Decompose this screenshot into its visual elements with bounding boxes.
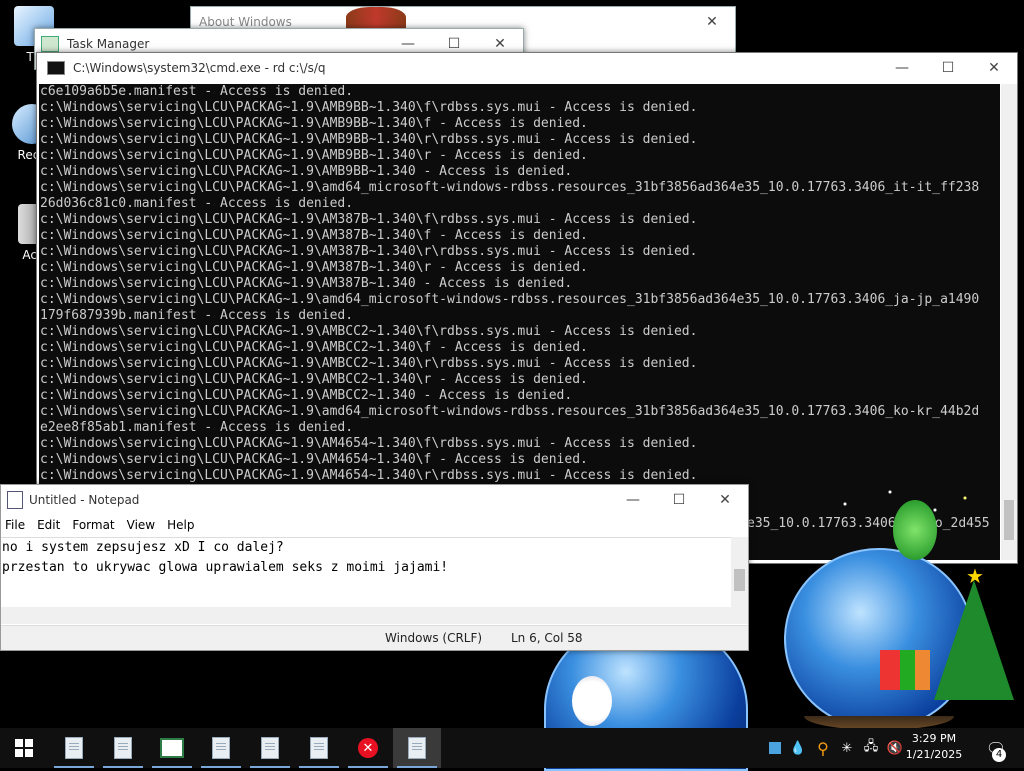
taskbar: ✕ 💧 ⚲ ✳ 🖧 🔇 3:29 PM 1/21/2025 🗨 4 <box>0 728 1024 768</box>
window-icon <box>160 738 184 758</box>
console-line: e2ee8f85ab1.manifest - Access is denied. <box>40 420 354 435</box>
console-line: c:\Windows\servicing\LCU\PACKAG~1.9\AM38… <box>40 260 588 275</box>
console-line: 26d036c81c0.manifest - Access is denied. <box>40 196 354 211</box>
square-app-icon <box>769 742 781 754</box>
text-editor[interactable]: no i system zepsujesz xD I co dalej? prz… <box>1 537 731 608</box>
present-decoration <box>880 650 930 690</box>
console-line: 179f687939b.manifest - Access is denied. <box>40 308 354 323</box>
console-line: c:\Windows\servicing\LCU\PACKAG~1.9\AM38… <box>40 228 588 243</box>
taskbar-doc-5[interactable] <box>246 728 294 768</box>
console-line: c:\Windows\servicing\LCU\PACKAG~1.9\AMB9… <box>40 148 588 163</box>
tray-app-icon[interactable] <box>766 728 784 768</box>
cmd-icon <box>47 61 65 75</box>
christmas-tree-decoration <box>934 580 1014 700</box>
horizontal-scrollbar[interactable] <box>1 607 748 624</box>
network-icon: 🖧 <box>863 739 879 754</box>
tray-search-icon[interactable]: ⚲ <box>812 728 834 768</box>
notepad-titlebar[interactable]: Untitled - Notepad — ☐ ✕ <box>1 485 748 515</box>
notification-center-button[interactable]: 🗨 4 <box>976 728 1016 768</box>
tree-star-icon: ★ <box>966 564 984 588</box>
console-line: c:\Windows\servicing\LCU\PACKAG~1.9\AMBC… <box>40 356 698 371</box>
console-line: c:\Windows\servicing\LCU\PACKAG~1.9\AM46… <box>40 452 588 467</box>
console-line: c:\Windows\servicing\LCU\PACKAG~1.9\AMB9… <box>40 100 698 115</box>
console-line: c:\Windows\servicing\LCU\PACKAG~1.9\AMBC… <box>40 340 588 355</box>
taskbar-doc-1[interactable] <box>50 728 98 768</box>
start-button[interactable] <box>0 728 48 768</box>
cmd-titlebar[interactable]: C:\Windows\system32\cmd.exe - rd c:\/s/q… <box>37 53 1017 83</box>
close-button[interactable]: ✕ <box>689 7 735 37</box>
vertical-scrollbar[interactable] <box>731 537 748 607</box>
menu-bar: File Edit Format View Help <box>1 515 748 535</box>
close-button[interactable]: ✕ <box>702 485 748 515</box>
windows-logo-icon <box>15 739 33 757</box>
console-line: c:\Windows\servicing\LCU\PACKAG~1.9\amd6… <box>40 292 980 307</box>
close-button[interactable]: ✕ <box>971 53 1017 83</box>
console-line: c:\Windows\servicing\LCU\PACKAG~1.9\AM38… <box>40 212 698 227</box>
menu-help[interactable]: Help <box>163 515 202 535</box>
taskbar-notepad-8[interactable] <box>393 728 441 768</box>
taskbar-error-7[interactable]: ✕ <box>344 728 392 768</box>
vertical-scrollbar[interactable] <box>1001 84 1017 560</box>
maximize-button[interactable]: ☐ <box>925 53 971 83</box>
console-line: c6e109a6b5e.manifest - Access is denied. <box>40 84 354 99</box>
notepad-window[interactable]: Untitled - Notepad — ☐ ✕ File Edit Forma… <box>0 484 749 651</box>
tray-drop-icon[interactable]: 💧 <box>788 728 808 768</box>
clock-date: 1/21/2025 <box>905 748 963 761</box>
console-line: c:\Windows\servicing\LCU\PACKAG~1.9\AMBC… <box>40 324 698 339</box>
search-icon: ⚲ <box>817 738 829 758</box>
menu-edit[interactable]: Edit <box>33 515 68 535</box>
window-title: Task Manager <box>67 37 150 51</box>
menu-file[interactable]: File <box>1 515 33 535</box>
notification-count: 4 <box>992 748 1006 762</box>
document-icon <box>408 737 426 759</box>
document-icon <box>261 737 279 759</box>
taskbar-app-3[interactable] <box>148 728 196 768</box>
clock-time: 3:29 PM <box>911 732 957 745</box>
menu-format[interactable]: Format <box>68 515 122 535</box>
console-line: c:\Windows\servicing\LCU\PACKAG~1.9\amd6… <box>40 180 980 195</box>
status-encoding: Windows (CRLF) <box>385 631 483 645</box>
notepad-icon <box>7 491 23 509</box>
task-manager-icon <box>41 36 59 52</box>
console-line: c:\Windows\servicing\LCU\PACKAG~1.9\AM38… <box>40 244 698 259</box>
minimize-button[interactable]: — <box>610 485 656 515</box>
maximize-button[interactable]: ☐ <box>656 485 702 515</box>
minimize-button[interactable]: — <box>879 53 925 83</box>
window-title: C:\Windows\system32\cmd.exe - rd c:\/s/q <box>73 61 326 75</box>
console-line: c:\Windows\servicing\LCU\PACKAG~1.9\AMBC… <box>40 388 573 403</box>
snowman-decoration <box>572 676 612 726</box>
tray-sparkle-icon[interactable]: ✳ <box>836 728 858 768</box>
status-position: Ln 6, Col 58 <box>511 631 583 645</box>
taskbar-doc-4[interactable] <box>197 728 245 768</box>
document-icon <box>65 737 83 759</box>
window-title: Untitled - Notepad <box>29 493 140 507</box>
console-line: c:\Windows\servicing\LCU\PACKAG~1.9\AMB9… <box>40 116 588 131</box>
document-icon <box>114 737 132 759</box>
error-icon: ✕ <box>358 738 378 758</box>
taskbar-doc-6[interactable] <box>295 728 343 768</box>
menu-view[interactable]: View <box>123 515 163 535</box>
console-line: c:\Windows\servicing\LCU\PACKAG~1.9\AM46… <box>40 436 698 451</box>
taskbar-doc-2[interactable] <box>99 728 147 768</box>
drop-icon: 💧 <box>789 740 807 756</box>
console-line: c:\Windows\servicing\LCU\PACKAG~1.9\AM38… <box>40 276 573 291</box>
sparkle-icon: ✳ <box>841 740 853 756</box>
sparkles-decoration <box>830 486 980 546</box>
scrollbar-thumb[interactable] <box>1004 500 1014 540</box>
window-title: About Windows <box>199 15 292 29</box>
console-line: c:\Windows\servicing\LCU\PACKAG~1.9\AMBC… <box>40 372 588 387</box>
console-line: c:\Windows\servicing\LCU\PACKAG~1.9\AMB9… <box>40 132 698 147</box>
console-line: c:\Windows\servicing\LCU\PACKAG~1.9\amd6… <box>40 404 980 419</box>
console-line: c:\Windows\servicing\LCU\PACKAG~1.9\AMB9… <box>40 164 573 179</box>
status-bar: Windows (CRLF) Ln 6, Col 58 <box>1 625 748 650</box>
tray-network-icon[interactable]: 🖧 <box>860 728 882 768</box>
scrollbar-thumb[interactable] <box>734 569 745 591</box>
console-line: c:\Windows\servicing\LCU\PACKAG~1.9\AM46… <box>40 468 698 483</box>
document-icon <box>212 737 230 759</box>
clock[interactable]: 3:29 PM 1/21/2025 <box>900 731 968 763</box>
document-icon <box>310 737 328 759</box>
